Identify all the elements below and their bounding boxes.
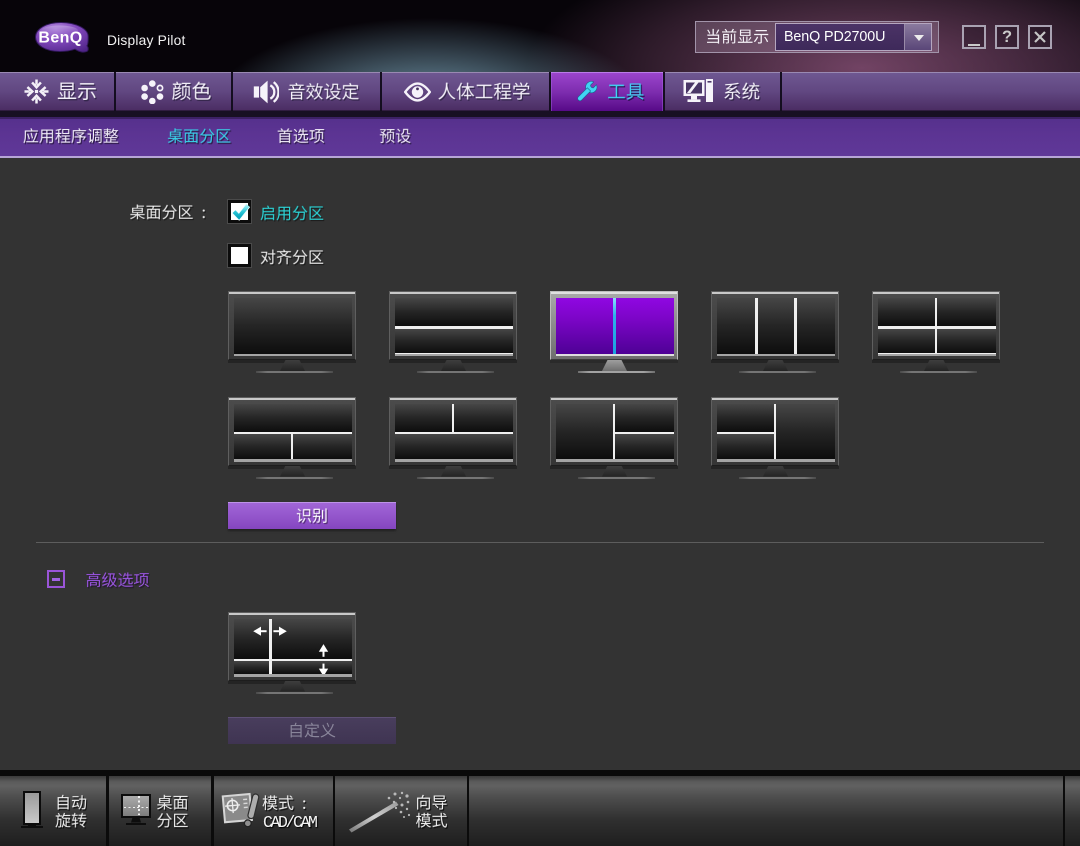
svg-text:BenQ: BenQ bbox=[38, 30, 82, 47]
